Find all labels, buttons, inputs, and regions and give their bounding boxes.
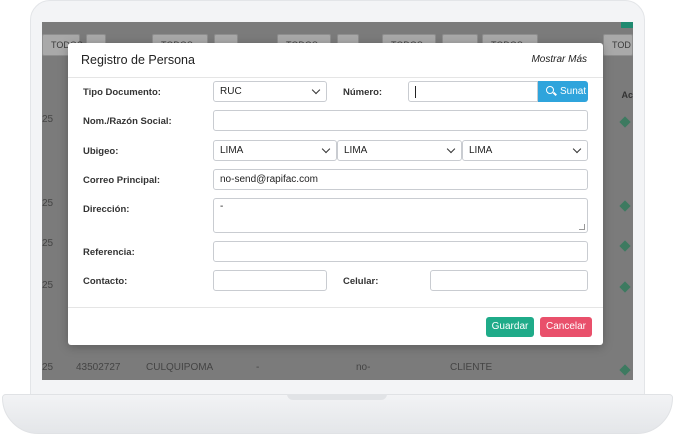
bg-cell-document: 43502727 <box>76 362 121 373</box>
ubigeo-label: Ubigeo: <box>83 146 119 157</box>
registro-persona-modal: Registro de Persona Mostrar Más Tipo Doc… <box>68 43 603 345</box>
sunat-button-label: Sunat <box>560 86 587 97</box>
provincia-select[interactable]: LIMA <box>337 140 462 161</box>
bg-row-number: 25 <box>42 280 54 291</box>
direccion-value: - <box>220 201 224 212</box>
bg-cell-dash: - <box>256 362 260 373</box>
bg-row-number: 25 <box>42 114 54 125</box>
bg-edit-icon <box>619 240 631 252</box>
contacto-label: Contacto: <box>83 276 128 287</box>
bg-edit-icon <box>619 116 631 128</box>
celular-input[interactable] <box>430 270 588 291</box>
tipo-documento-label: Tipo Documento: <box>83 87 161 98</box>
resize-handle-icon[interactable] <box>579 224 585 230</box>
laptop-base <box>2 394 673 434</box>
contacto-input[interactable] <box>213 270 327 291</box>
laptop-notch <box>287 394 387 400</box>
chevron-down-icon <box>446 144 456 154</box>
tipo-documento-value: RUC <box>220 86 242 97</box>
chevron-down-icon <box>311 85 321 95</box>
razon-social-label: Nom./Razón Social: <box>83 116 172 127</box>
provincia-value: LIMA <box>344 145 368 156</box>
modal-header: Registro de Persona Mostrar Más <box>68 43 603 78</box>
chevron-down-icon <box>321 144 331 154</box>
sunat-button[interactable]: Sunat <box>538 81 588 102</box>
bg-cell-name: CULQUIPOMA <box>146 362 214 373</box>
numero-input[interactable] <box>408 81 538 102</box>
mostrar-mas-link[interactable]: Mostrar Más <box>531 54 587 65</box>
distrito-select[interactable]: LIMA <box>462 140 588 161</box>
bg-row-number: 25 <box>42 198 54 209</box>
numero-label: Número: <box>343 87 383 98</box>
bg-column-header-ac: Ac <box>621 90 633 100</box>
chevron-down-icon <box>572 144 582 154</box>
text-caret <box>415 86 416 98</box>
razon-social-input[interactable] <box>213 110 588 131</box>
departamento-value: LIMA <box>220 145 244 156</box>
departamento-select[interactable]: LIMA <box>213 140 337 161</box>
correo-label: Correo Principal: <box>83 175 161 186</box>
bg-table-row: 25 43502727 CULQUIPOMA - no- CLIENTE <box>42 362 633 376</box>
celular-label: Celular: <box>343 276 379 287</box>
cancelar-button[interactable]: Cancelar <box>540 317 592 337</box>
referencia-label: Referencia: <box>83 247 135 258</box>
direccion-textarea[interactable]: - <box>213 198 588 233</box>
bg-row-number: 25 <box>42 362 54 373</box>
referencia-input[interactable] <box>213 241 588 262</box>
bg-row-number: 25 <box>42 238 54 249</box>
correo-input[interactable]: no-send@rapifac.com <box>213 169 588 190</box>
bg-cell-type: CLIENTE <box>450 362 493 373</box>
bg-cell-email: no- <box>356 362 371 373</box>
bg-green-accent <box>621 22 633 28</box>
distrito-value: LIMA <box>469 145 493 156</box>
bg-filter-10: TOD <box>603 34 633 56</box>
direccion-label: Dirección: <box>83 204 130 215</box>
search-icon <box>546 86 554 94</box>
bg-edit-icon <box>619 281 631 293</box>
bg-edit-icon <box>619 200 631 212</box>
tipo-documento-select[interactable]: RUC <box>213 81 327 102</box>
guardar-button[interactable]: Guardar <box>486 317 534 337</box>
modal-title: Registro de Persona <box>81 53 195 67</box>
modal-footer: Guardar Cancelar <box>68 307 603 345</box>
